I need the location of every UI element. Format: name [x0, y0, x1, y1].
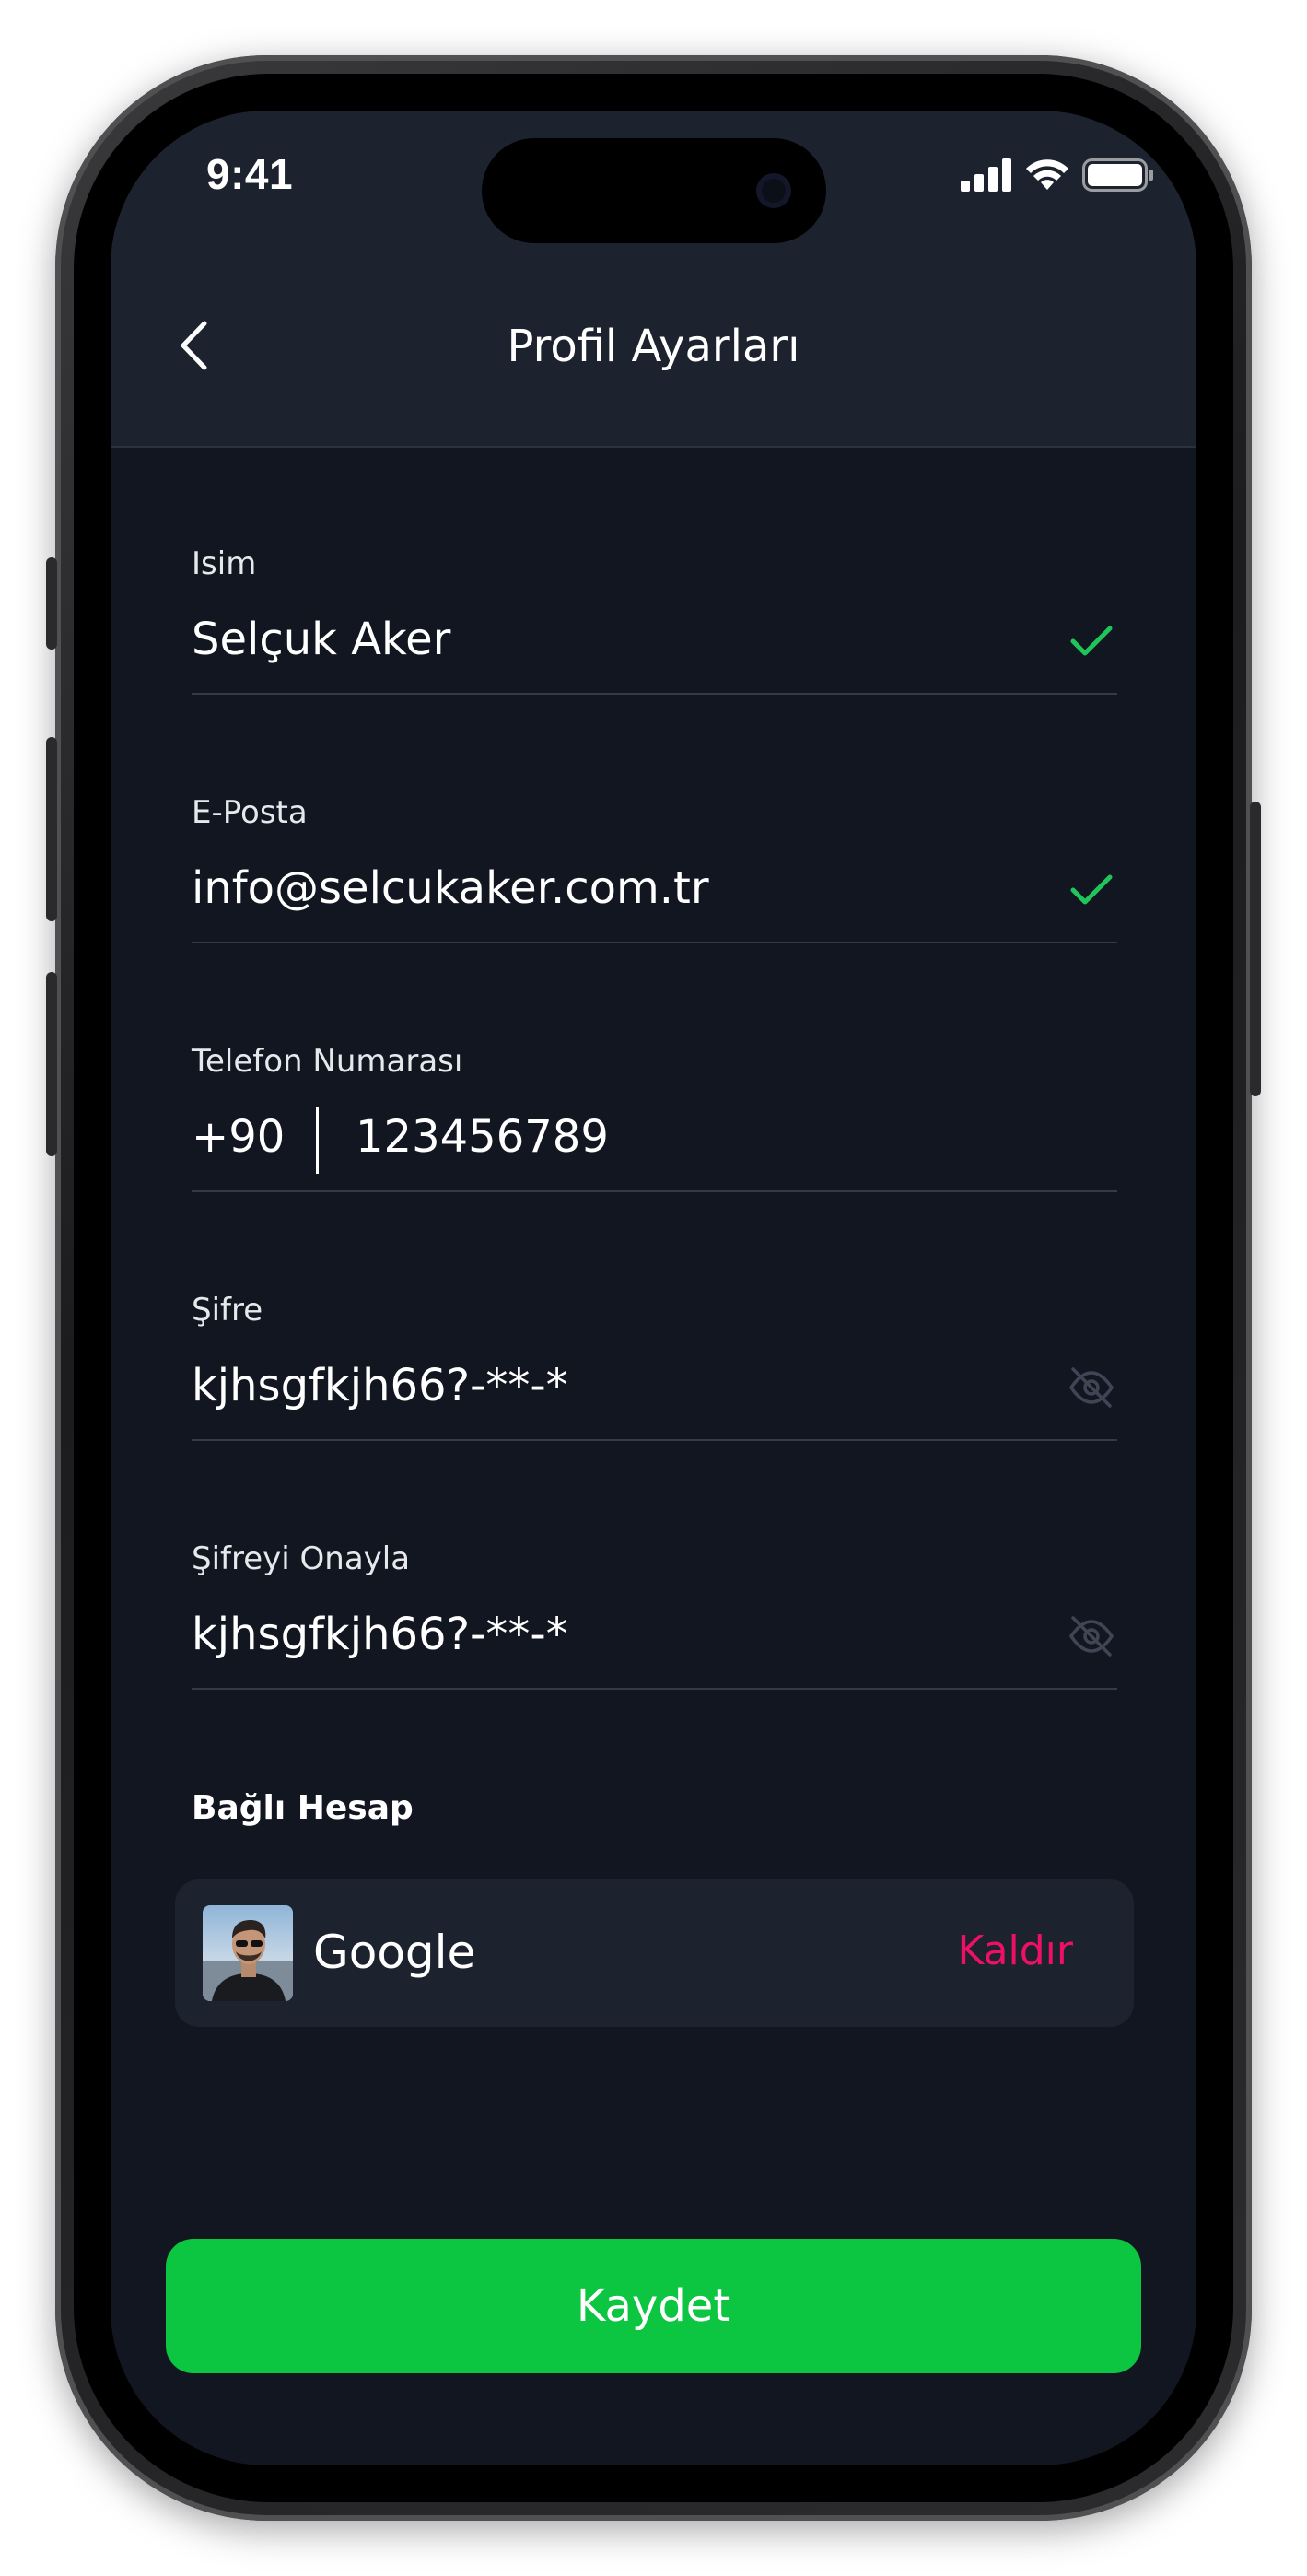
remove-account-button[interactable]: Kaldır — [957, 1927, 1073, 1974]
name-label: Isim — [192, 545, 257, 582]
battery-icon — [1082, 158, 1154, 195]
confirm-password-label: Şifreyi Onayla — [192, 1540, 411, 1577]
account-provider: Google — [313, 1926, 476, 1979]
email-label: E-Posta — [192, 794, 308, 831]
wifi-icon — [1025, 158, 1069, 195]
phone-number-input[interactable]: 123456789 — [356, 1111, 609, 1163]
confirm-password-underline — [192, 1688, 1117, 1690]
name-underline — [192, 693, 1117, 695]
password-underline — [192, 1439, 1117, 1441]
confirm-password-field[interactable]: Şifreyi Onayla kjhsgfkjh66?-**-* — [192, 1540, 1117, 1736]
volume-down-button — [46, 972, 57, 1156]
avatar — [203, 1905, 293, 2001]
password-field[interactable]: Şifre kjhsgfkjh66?-**-* — [192, 1292, 1117, 1487]
name-input[interactable]: Selçuk Aker — [192, 614, 450, 665]
app-screen: 9:41 Profil Ayarları Isim Selçuk Aker E-… — [111, 111, 1196, 2465]
country-code-selector[interactable]: +90 — [192, 1111, 285, 1163]
eye-off-icon[interactable] — [1066, 1610, 1117, 1662]
password-label: Şifre — [192, 1292, 263, 1329]
action-button — [46, 557, 57, 650]
phone-underline — [192, 1190, 1117, 1192]
check-icon — [1066, 615, 1117, 667]
eye-off-icon[interactable] — [1066, 1362, 1117, 1413]
phone-divider — [316, 1107, 319, 1174]
password-input[interactable]: kjhsgfkjh66?-**-* — [192, 1360, 568, 1411]
page-title: Profil Ayarları — [507, 321, 800, 372]
signal-icon — [961, 158, 1012, 195]
dynamic-island — [482, 138, 826, 243]
name-field[interactable]: Isim Selçuk Aker — [192, 545, 1117, 741]
phone-label: Telefon Numarası — [192, 1043, 463, 1080]
save-button[interactable]: Kaydet — [166, 2239, 1141, 2373]
power-button — [1250, 802, 1261, 1096]
status-time: 9:41 — [206, 150, 294, 198]
linked-account-card: Google Kaldır — [175, 1879, 1134, 2027]
status-icons — [961, 158, 1154, 195]
linked-account-title: Bağlı Hesap — [192, 1789, 414, 1827]
check-icon — [1066, 864, 1117, 916]
camera-icon — [756, 173, 791, 208]
email-field[interactable]: E-Posta info@selcukaker.com.tr — [192, 794, 1117, 989]
email-underline — [192, 942, 1117, 943]
confirm-password-input[interactable]: kjhsgfkjh66?-**-* — [192, 1609, 568, 1660]
header-bar: 9:41 Profil Ayarları — [111, 111, 1196, 448]
volume-up-button — [46, 737, 57, 921]
phone-field[interactable]: Telefon Numarası +90 123456789 — [192, 1043, 1117, 1238]
email-input[interactable]: info@selcukaker.com.tr — [192, 862, 709, 914]
